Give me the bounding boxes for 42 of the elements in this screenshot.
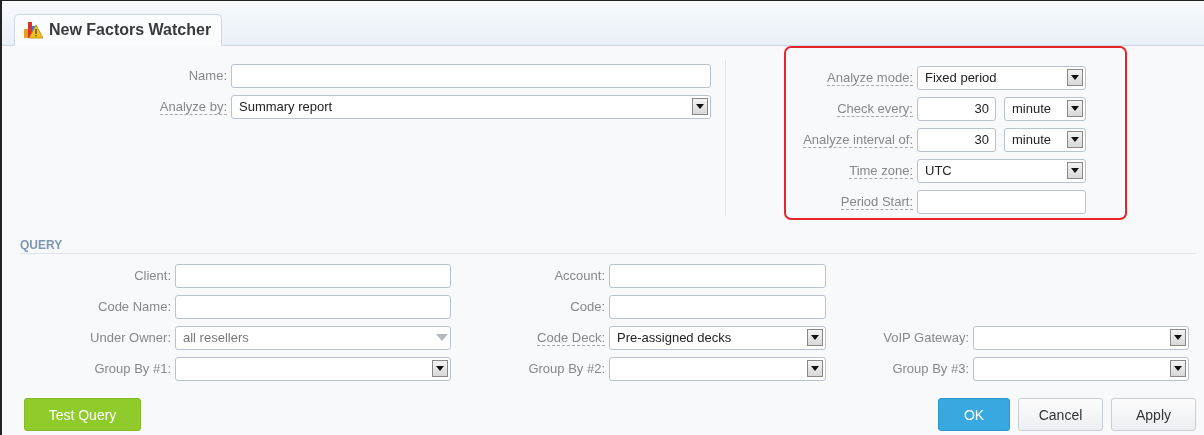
text-field[interactable]: [175, 294, 451, 319]
field-label: Time zone:: [849, 163, 913, 179]
dropdown[interactable]: all resellers: [175, 325, 451, 350]
field-label: Code Name:: [98, 299, 171, 314]
field-label: Code Deck:: [537, 330, 605, 346]
text-field[interactable]: [609, 263, 826, 288]
field-label: Check every:: [837, 101, 913, 117]
field-label: Under Owner:: [90, 330, 171, 345]
dropdown[interactable]: Summary report: [231, 94, 711, 119]
unit-dropdown[interactable]: minute: [1004, 127, 1086, 152]
tab[interactable]: New Factors Watcher: [14, 14, 223, 46]
field-label: Analyze interval of:: [803, 132, 913, 148]
text-field[interactable]: [917, 189, 1086, 214]
dialog-button[interactable]: Apply: [1111, 398, 1196, 431]
text-field[interactable]: [231, 63, 711, 88]
section-title: QUERY: [20, 238, 63, 252]
number-field[interactable]: 30: [917, 96, 996, 121]
field-label: VoIP Gateway:: [883, 330, 969, 345]
field-label: Analyze by:: [159, 99, 227, 115]
dropdown[interactable]: UTC: [917, 158, 1086, 183]
field-label: Group By #2:: [528, 361, 605, 376]
text-field[interactable]: [175, 263, 451, 288]
dropdown[interactable]: Fixed period: [917, 65, 1086, 90]
field-label: Analyze mode:: [827, 70, 913, 86]
field-label: Account:: [554, 268, 605, 283]
chevron-icon: [436, 334, 448, 341]
field-label: Group By #3:: [892, 361, 969, 376]
number-field[interactable]: 30: [917, 127, 996, 152]
dropdown[interactable]: [609, 356, 826, 381]
dropdown[interactable]: Pre-assigned decks: [609, 325, 826, 350]
unit-dropdown[interactable]: minute: [1004, 96, 1086, 121]
dialog-button[interactable]: Cancel: [1018, 398, 1103, 431]
field-label: Name:: [188, 68, 227, 83]
field-label: Period Start:: [840, 194, 913, 210]
dropdown[interactable]: [175, 356, 451, 381]
dropdown[interactable]: [973, 356, 1189, 381]
text-field[interactable]: [609, 294, 826, 319]
chart-warning-icon: [23, 21, 43, 39]
field-label: Code:: [570, 299, 605, 314]
field-label: Client:: [134, 268, 171, 283]
field-label: Group By #1:: [94, 361, 171, 376]
dropdown[interactable]: [973, 325, 1189, 350]
